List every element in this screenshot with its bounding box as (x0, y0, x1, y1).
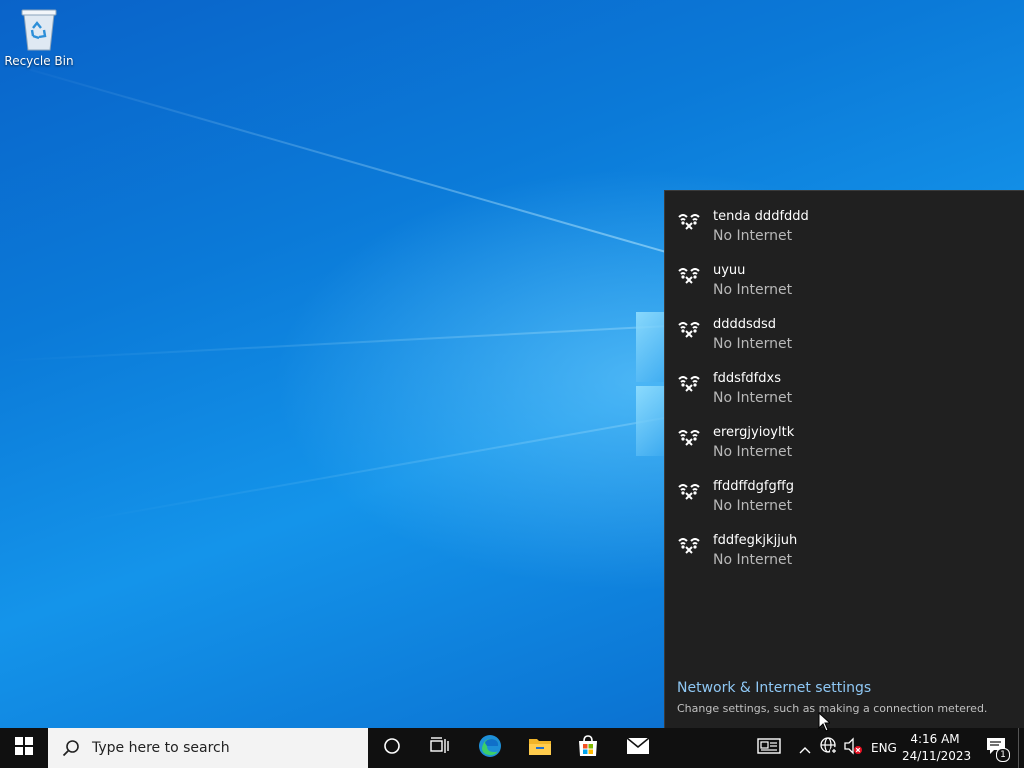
network-status: No Internet (713, 552, 793, 568)
network-status: No Internet (713, 498, 793, 514)
network-item[interactable]: tenda dddfddd No Internet (665, 199, 1024, 253)
network-status: No Internet (713, 228, 793, 244)
notification-icon: 1 (986, 736, 1010, 762)
start-button[interactable] (0, 728, 48, 768)
network-item[interactable]: fddsfdfdxs No Internet (665, 361, 1024, 415)
network-item[interactable]: uyuu No Internet (665, 253, 1024, 307)
show-desktop-button[interactable] (1018, 728, 1024, 768)
store-button[interactable] (564, 728, 612, 768)
network-status: No Internet (713, 282, 793, 298)
network-name: ffddffdgfgffg (713, 479, 794, 494)
network-name: ddddsdsd (713, 317, 777, 332)
wifi-no-internet-icon (677, 209, 701, 233)
mouse-cursor-icon (818, 711, 832, 736)
clock[interactable]: 4:16 AM 24/11/2023 (902, 731, 972, 765)
news-widget-button[interactable] (752, 728, 786, 768)
task-view-icon (430, 737, 450, 759)
network-name: erergjyioyltk (713, 425, 795, 440)
volume-tray-button[interactable] (842, 728, 864, 768)
cortana-button[interactable] (368, 728, 416, 768)
wifi-no-internet-icon (677, 425, 701, 449)
search-icon (62, 739, 80, 757)
globe-network-icon (819, 736, 839, 760)
network-flyout: tenda dddfddd No Internet uyuu No Intern… (664, 190, 1024, 728)
desktop-icon-recycle-bin[interactable]: Recycle Bin (4, 6, 74, 68)
network-item[interactable]: erergjyioyltk No Internet (665, 415, 1024, 469)
wifi-no-internet-icon (677, 317, 701, 341)
mail-button[interactable] (614, 728, 662, 768)
volume-muted-icon (843, 737, 863, 759)
network-list: tenda dddfddd No Internet uyuu No Intern… (665, 199, 1024, 577)
wallpaper-logo-pane (636, 312, 666, 382)
news-icon (757, 737, 781, 759)
search-placeholder: Type here to search (92, 740, 230, 756)
chevron-up-icon (799, 739, 811, 758)
taskbar: Type here to search ENG 4:16 AM 24/11/20… (0, 728, 1024, 768)
show-hidden-icons-button[interactable] (794, 728, 816, 768)
file-explorer-icon (528, 736, 552, 760)
action-center-button[interactable]: 1 (978, 728, 1014, 768)
language-indicator[interactable]: ENG (871, 741, 897, 755)
notification-count-badge: 1 (996, 748, 1010, 762)
network-status: No Internet (713, 444, 793, 460)
network-settings-description: Change settings, such as making a connec… (677, 702, 988, 715)
edge-icon (478, 734, 502, 762)
start-icon (15, 737, 33, 759)
network-name: fddsfdfdxs (713, 371, 781, 386)
file-explorer-button[interactable] (516, 728, 564, 768)
network-item[interactable]: ffddffdgfgffg No Internet (665, 469, 1024, 523)
network-name: fddfegkjkjjuh (713, 533, 798, 548)
wallpaper-light-beam (0, 60, 731, 272)
network-name: tenda dddfddd (713, 209, 809, 224)
network-status: No Internet (713, 336, 793, 352)
task-view-button[interactable] (416, 728, 464, 768)
taskbar-search-box[interactable]: Type here to search (48, 728, 368, 768)
clock-date: 24/11/2023 (902, 749, 972, 763)
network-item[interactable]: fddfegkjkjjuh No Internet (665, 523, 1024, 577)
recycle-bin-icon (19, 6, 59, 52)
desktop-icon-label: Recycle Bin (4, 54, 74, 68)
network-internet-settings-link[interactable]: Network & Internet settings (677, 680, 871, 696)
store-icon (576, 734, 600, 762)
wifi-no-internet-icon (677, 533, 701, 557)
wifi-no-internet-icon (677, 263, 701, 287)
network-status: No Internet (713, 390, 793, 406)
wifi-no-internet-icon (677, 479, 701, 503)
cortana-icon (383, 737, 401, 759)
wallpaper-logo-pane (636, 386, 666, 456)
edge-button[interactable] (466, 728, 514, 768)
mail-icon (626, 737, 650, 759)
network-item[interactable]: ddddsdsd No Internet (665, 307, 1024, 361)
network-name: uyuu (713, 263, 746, 278)
wifi-no-internet-icon (677, 371, 701, 395)
clock-time: 4:16 AM (910, 732, 960, 746)
